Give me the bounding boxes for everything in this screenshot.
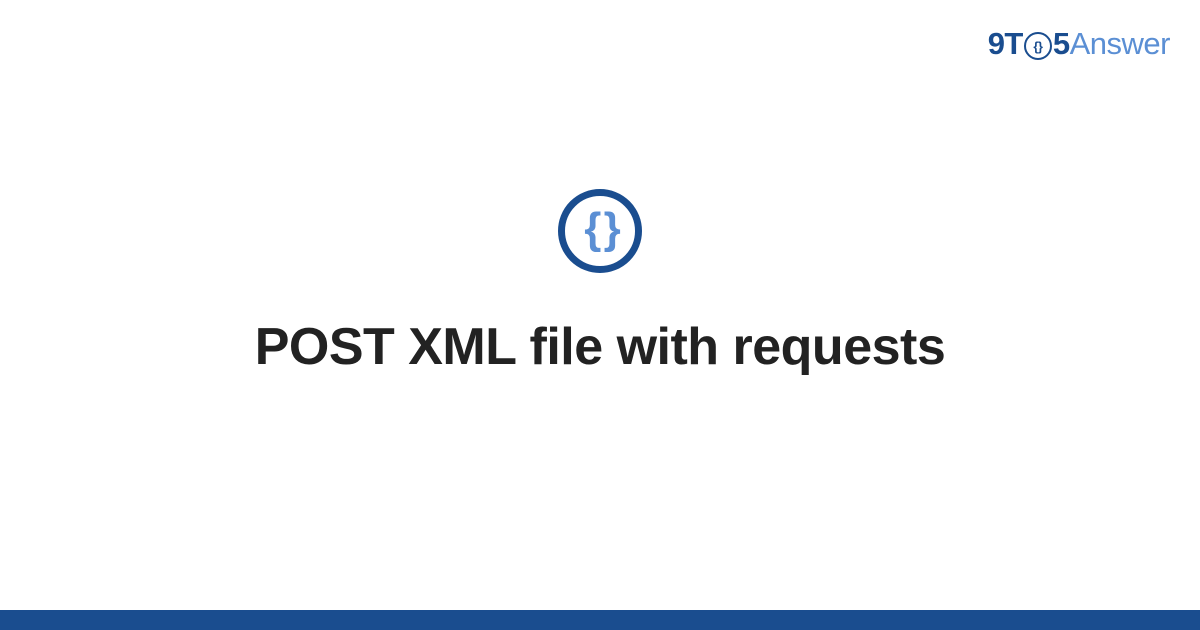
code-braces-icon: { } (558, 189, 642, 273)
main-content: { } POST XML file with requests (0, 0, 1200, 598)
footer-accent-bar (0, 610, 1200, 630)
braces-glyph: { } (584, 207, 615, 251)
page-title: POST XML file with requests (255, 317, 946, 377)
